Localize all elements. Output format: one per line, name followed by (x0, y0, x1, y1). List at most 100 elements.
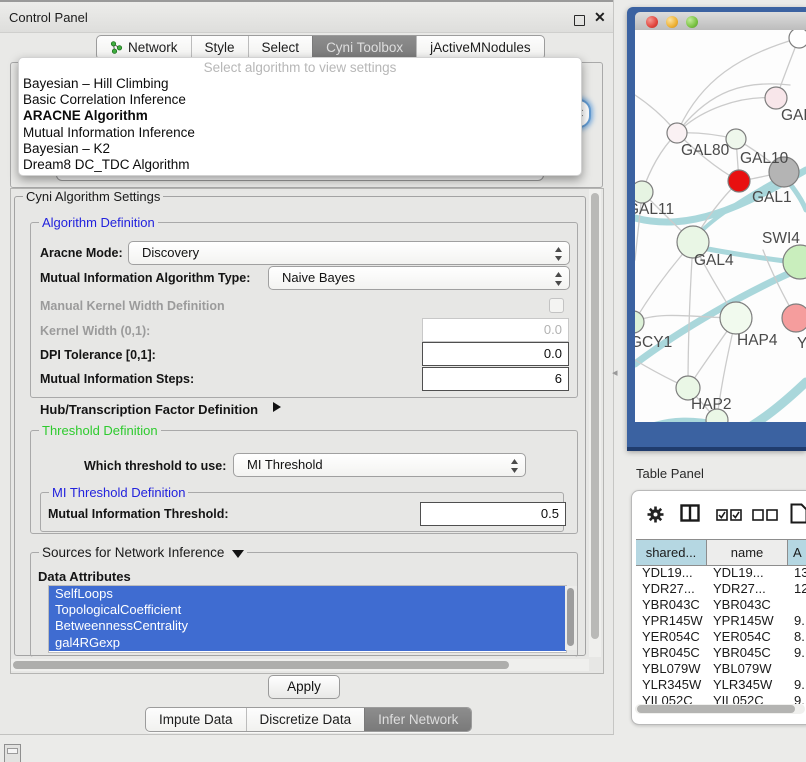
table-cell[interactable]: YDL19... (707, 565, 788, 581)
tab-select[interactable]: Select (248, 36, 313, 59)
table-cell[interactable]: YIL052C (636, 693, 707, 704)
network-node[interactable] (782, 304, 806, 332)
table-horizontal-scrollbar[interactable] (635, 704, 805, 714)
table-cell[interactable]: YBR043C (636, 597, 707, 613)
network-node[interactable] (728, 170, 750, 192)
table-cell[interactable]: YLR345W (636, 677, 707, 693)
settings-vertical-scrollbar[interactable] (589, 189, 601, 657)
network-node[interactable] (635, 311, 644, 333)
table-row[interactable]: YDR27...YDR27...12 (636, 581, 806, 597)
table-cell[interactable]: 9. (788, 645, 806, 661)
algorithm-option[interactable]: Bayesian – K2 (19, 141, 581, 157)
page-icon[interactable] (790, 503, 806, 529)
mi-threshold-field[interactable]: 0.5 (420, 502, 566, 526)
table-row[interactable]: YIL052CYIL052C9. (636, 693, 806, 704)
tab-cyni-toolbox[interactable]: Cyni Toolbox (312, 36, 416, 59)
network-edge[interactable] (748, 382, 806, 422)
tab-infer-network[interactable]: Infer Network (364, 708, 471, 731)
table-horizontal-scrollbar-thumb[interactable] (637, 705, 795, 713)
table-cell[interactable]: 13 (788, 565, 806, 581)
mi-steps-field[interactable]: 6 (422, 367, 569, 391)
column-header-a[interactable]: A (788, 540, 806, 565)
algorithm-option[interactable]: ARACNE Algorithm (19, 108, 581, 124)
table-cell[interactable]: 9. (788, 613, 806, 629)
table-cell[interactable]: YBR045C (636, 645, 707, 661)
network-node[interactable] (720, 302, 752, 334)
table-cell[interactable]: YBL079W (707, 661, 788, 677)
attributes-scrollbar-thumb[interactable] (567, 588, 574, 646)
data-attributes-list[interactable]: SelfLoopsTopologicalCoefficientBetweenne… (48, 585, 567, 653)
traffic-close-icon[interactable] (646, 16, 658, 28)
table-row[interactable]: YBR043CYBR043C (636, 597, 806, 613)
settings-vertical-scrollbar-thumb[interactable] (591, 193, 599, 639)
tab-jactivemnodules[interactable]: jActiveMNodules (416, 36, 544, 59)
table-cell[interactable]: YBR043C (707, 597, 788, 613)
tab-style[interactable]: Style (191, 36, 248, 59)
table-row[interactable]: YBR045CYBR045C9. (636, 645, 806, 661)
network-node[interactable] (667, 123, 687, 143)
traffic-minimize-icon[interactable] (666, 16, 678, 28)
traffic-zoom-icon[interactable] (686, 16, 698, 28)
columns-icon[interactable] (680, 504, 700, 527)
table-row[interactable]: YDL19...YDL19...13 (636, 565, 806, 581)
table-row[interactable]: YER054CYER054C8. (636, 629, 806, 645)
settings-horizontal-scrollbar[interactable] (11, 659, 589, 671)
tab-discretize-data[interactable]: Discretize Data (246, 708, 365, 731)
select-all-checkboxes-icon[interactable] (716, 508, 742, 526)
algorithm-option[interactable]: Basic Correlation Inference (19, 92, 581, 108)
network-node[interactable] (635, 181, 653, 203)
network-node[interactable] (789, 30, 806, 48)
sources-expanded-arrow-icon[interactable] (232, 550, 244, 558)
column-header-name[interactable]: name (707, 540, 788, 565)
splitter-handle[interactable]: ◂ (612, 366, 618, 379)
data-attribute-item[interactable]: BetweennessCentrality (49, 618, 566, 634)
table-row[interactable]: YPR145WYPR145W9. (636, 613, 806, 629)
table-cell[interactable]: 8. (788, 629, 806, 645)
apply-button[interactable]: Apply (268, 675, 340, 699)
table-cell[interactable] (788, 597, 806, 613)
data-attribute-item[interactable]: TopologicalCoefficient (49, 602, 566, 618)
table-cell[interactable]: YBL079W (636, 661, 707, 677)
table-cell[interactable]: 12 (788, 581, 806, 597)
table-cell[interactable]: YDL19... (636, 565, 707, 581)
algorithm-option[interactable]: Mutual Information Inference (19, 125, 581, 141)
kernel-width-field[interactable]: 0.0 (422, 318, 569, 342)
deselect-all-checkboxes-icon[interactable] (752, 508, 778, 526)
table-cell[interactable] (788, 661, 806, 677)
network-canvas[interactable]: GALGAL80GAL10GAL1GAL11SWI4GAL4GCY1HAP4YH… (635, 30, 806, 422)
data-attribute-item[interactable]: gal4RGexp (49, 635, 566, 651)
data-attribute-item[interactable]: SelfLoops (49, 586, 566, 602)
close-icon[interactable]: ✕ (594, 9, 606, 26)
tab-network[interactable]: Network (97, 36, 191, 59)
table-row[interactable]: YBL079WYBL079W (636, 661, 806, 677)
network-edge[interactable] (688, 242, 693, 388)
table-cell[interactable]: YBR045C (707, 645, 788, 661)
table-row[interactable]: YLR345WYLR345W9. (636, 677, 806, 693)
table-cell[interactable]: YPR145W (707, 613, 788, 629)
table-cell[interactable]: YDR27... (707, 581, 788, 597)
table-cell[interactable]: YPR145W (636, 613, 707, 629)
table-cell[interactable]: YLR345W (707, 677, 788, 693)
table-cell[interactable]: 9. (788, 693, 806, 704)
gear-icon[interactable] (646, 505, 665, 529)
mi-algorithm-type-combobox[interactable]: Naive Bayes (268, 266, 570, 290)
table-cell[interactable]: YER054C (636, 629, 707, 645)
dpi-tolerance-field[interactable]: 0.0 (422, 342, 569, 366)
column-header-shared-name[interactable]: shared... (636, 540, 707, 565)
algorithm-option[interactable]: Dream8 DC_TDC Algorithm (19, 157, 581, 173)
settings-horizontal-scrollbar-thumb[interactable] (13, 661, 509, 669)
table-cell[interactable]: 9. (788, 677, 806, 693)
aracne-mode-combobox[interactable]: Discovery (128, 241, 570, 265)
manual-kernel-checkbox[interactable] (549, 298, 564, 313)
hub-collapsed-arrow-icon[interactable] (273, 402, 281, 412)
minimized-panel-icon[interactable] (4, 744, 21, 762)
table-cell[interactable]: YER054C (707, 629, 788, 645)
network-node[interactable] (765, 87, 787, 109)
tab-impute-data[interactable]: Impute Data (146, 708, 246, 731)
which-threshold-combobox[interactable]: MI Threshold (233, 453, 526, 477)
sources-title[interactable]: Sources for Network Inference (39, 545, 247, 560)
float-icon[interactable] (574, 15, 585, 26)
algorithm-option[interactable]: Bayesian – Hill Climbing (19, 76, 581, 92)
table-cell[interactable]: YDR27... (636, 581, 707, 597)
table-cell[interactable]: YIL052C (707, 693, 788, 704)
